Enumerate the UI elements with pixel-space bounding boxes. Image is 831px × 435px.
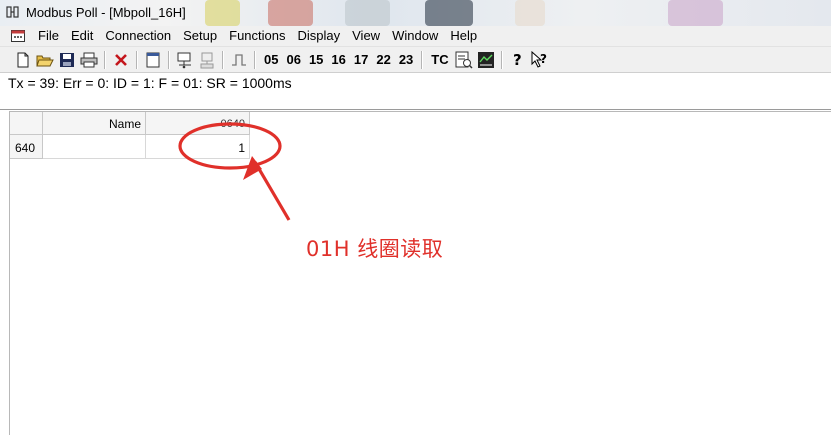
annotation-label: 01H 线圈读取	[306, 237, 444, 261]
annotation-arrow-line	[253, 161, 291, 221]
highlight-circle	[178, 122, 282, 170]
annotation-overlay	[178, 122, 291, 221]
